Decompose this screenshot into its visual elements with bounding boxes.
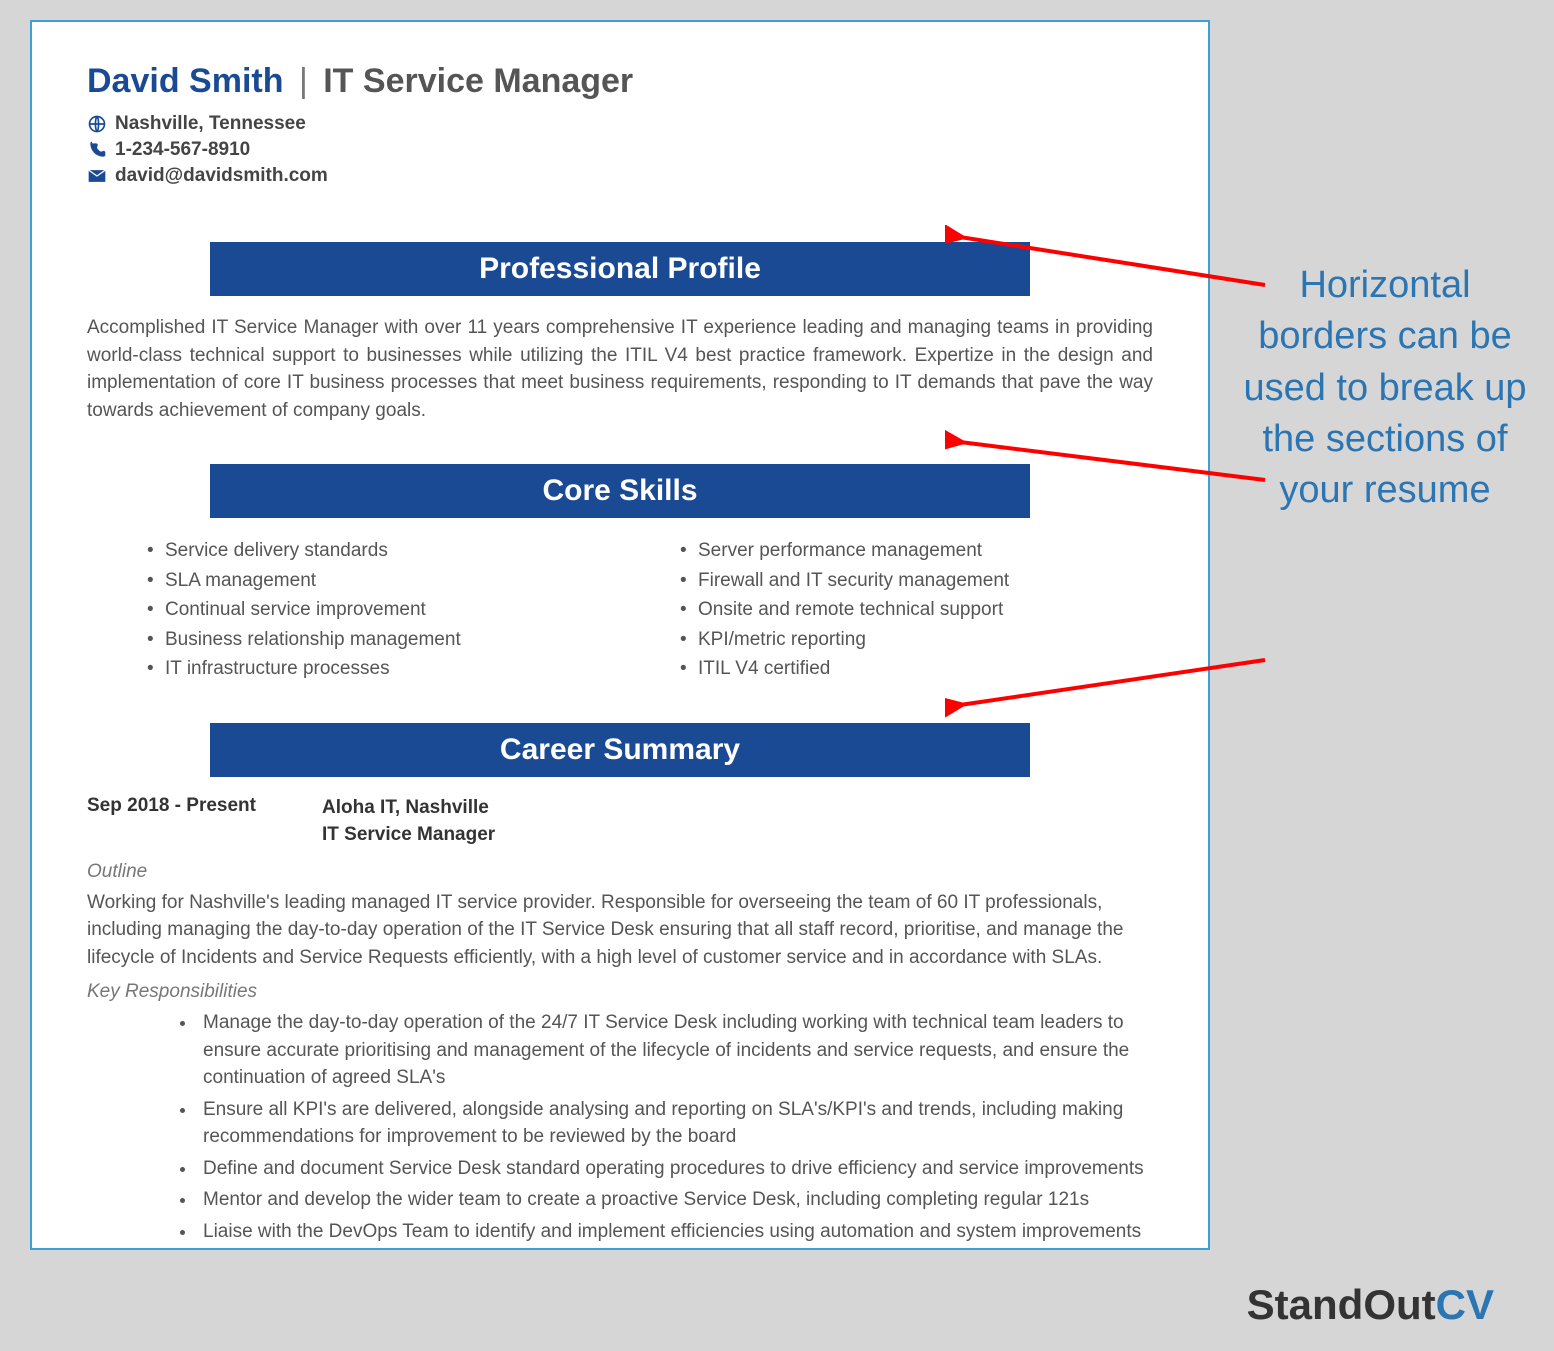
contact-email: david@davidsmith.com — [87, 165, 1153, 187]
list-item: Liaise with the DevOps Team to identify … — [197, 1218, 1153, 1246]
list-item: ITIL V4 certified — [680, 654, 1153, 683]
contact-phone: 1-234-567-8910 — [87, 139, 1153, 161]
profile-paragraph: Accomplished IT Service Manager with ove… — [87, 314, 1153, 424]
outline-label: Outline — [87, 861, 1153, 883]
person-name: David Smith — [87, 62, 283, 100]
list-item: Business relationship management — [147, 625, 620, 654]
name-divider: | — [299, 62, 308, 100]
brand-logo: StandOutCV — [1247, 1281, 1494, 1329]
list-item: Continual service improvement — [147, 595, 620, 624]
contact-location: Nashville, Tennessee — [87, 113, 1153, 135]
list-item: Manage the day-to-day operation of the 2… — [197, 1009, 1153, 1092]
section-bar-profile: Professional Profile — [210, 242, 1030, 296]
responsibilities-label: Key Responsibilities — [87, 981, 1153, 1003]
list-item: Mentor and develop the wider team to cre… — [197, 1186, 1153, 1214]
skills-left-list: Service delivery standards SLA managemen… — [147, 536, 620, 683]
job-date: Sep 2018 - Present — [87, 795, 322, 848]
annotation-text: Horizontal borders can be used to break … — [1240, 260, 1530, 516]
job-info: Aloha IT, Nashville IT Service Manager — [322, 795, 495, 848]
brand-part2: CV — [1436, 1281, 1494, 1328]
header-name-line: David Smith | IT Service Manager — [87, 62, 1153, 101]
skills-columns: Service delivery standards SLA managemen… — [87, 536, 1153, 683]
list-item: IT infrastructure processes — [147, 654, 620, 683]
email-text: david@davidsmith.com — [115, 165, 328, 187]
list-item: Server performance management — [680, 536, 1153, 565]
job-role: IT Service Manager — [322, 822, 495, 849]
resume-document: David Smith | IT Service Manager Nashvil… — [30, 20, 1210, 1250]
list-item: Ensure all KPI's are delivered, alongsid… — [197, 1096, 1153, 1151]
list-item: Service delivery standards — [147, 536, 620, 565]
section-bar-career: Career Summary — [210, 723, 1030, 777]
brand-part1: StandOut — [1247, 1281, 1436, 1328]
location-text: Nashville, Tennessee — [115, 113, 306, 135]
list-item: SLA management — [147, 566, 620, 595]
job-company: Aloha IT, Nashville — [322, 795, 495, 822]
list-item: KPI/metric reporting — [680, 625, 1153, 654]
phone-icon — [87, 140, 109, 160]
globe-icon — [87, 114, 109, 134]
list-item: Define and document Service Desk standar… — [197, 1155, 1153, 1183]
phone-text: 1-234-567-8910 — [115, 139, 250, 161]
job-header: Sep 2018 - Present Aloha IT, Nashville I… — [87, 795, 1153, 848]
list-item: Onsite and remote technical support — [680, 595, 1153, 624]
outline-text: Working for Nashville's leading managed … — [87, 889, 1153, 972]
skills-right-list: Server performance management Firewall a… — [680, 536, 1153, 683]
list-item: Firewall and IT security management — [680, 566, 1153, 595]
email-icon — [87, 166, 109, 186]
section-bar-skills: Core Skills — [210, 464, 1030, 518]
responsibilities-list: Manage the day-to-day operation of the 2… — [87, 1009, 1153, 1245]
person-title: IT Service Manager — [323, 62, 633, 100]
